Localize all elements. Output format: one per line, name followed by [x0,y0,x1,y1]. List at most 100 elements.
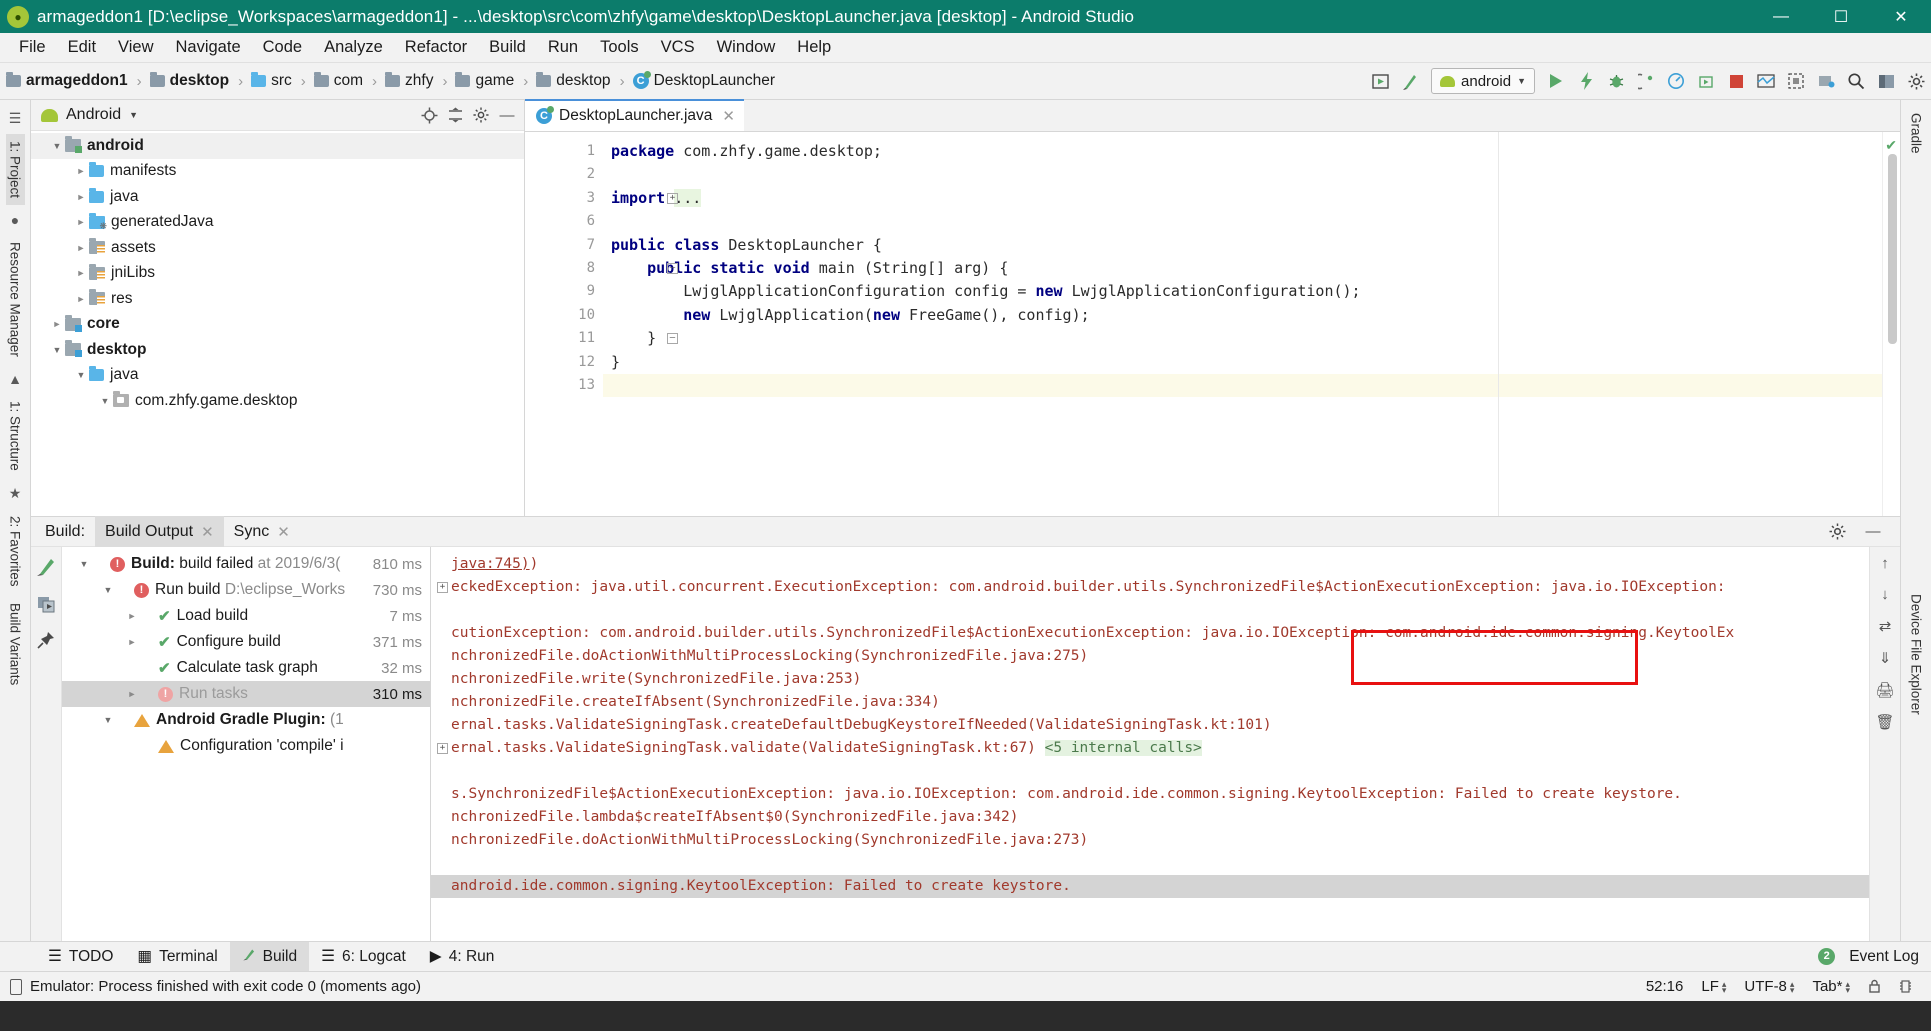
chevron-right-icon[interactable]: ► [124,689,140,699]
editor-gutter[interactable]: 1 2 3 6 7 8 9 10 11 12 13 [525,132,603,516]
sidebar-tab-gradle[interactable]: Gradle [1907,106,1926,161]
build-row-load-build[interactable]: ► ✔ Load build 7 ms [62,603,430,629]
build-row-configuration-compile[interactable]: Configuration 'compile' i [62,733,430,759]
build-hammer-icon[interactable] [35,555,57,582]
build-row-configure-build[interactable]: ► ✔ Configure build 371 ms [62,629,430,655]
down-icon[interactable]: ↓ [1881,586,1889,603]
menu-file[interactable]: File [8,36,57,59]
tree-item-core[interactable]: ► core [31,312,524,338]
profiler-icon[interactable] [1661,66,1691,96]
build-row-android-gradle-plugin[interactable]: ▼ Android Gradle Plugin: (1 [62,707,430,733]
expand-icon[interactable]: + [437,582,448,593]
attach-debugger-icon[interactable] [1631,66,1661,96]
breadcrumb-desktoplauncher[interactable]: C DesktopLauncher [632,71,775,90]
build-row-run-tasks[interactable]: ► ! Run tasks 310 ms [62,681,430,707]
chevron-right-icon[interactable]: ► [73,243,89,253]
chevron-right-icon[interactable]: ► [73,166,89,176]
chevron-down-icon[interactable]: ▼ [100,715,116,725]
sdk-manager-icon[interactable] [1395,66,1425,96]
bottom-tab-terminal[interactable]: ▦ Terminal [125,942,229,972]
menu-tools[interactable]: Tools [589,36,650,59]
menu-edit[interactable]: Edit [57,36,107,59]
chevron-down-icon[interactable]: ▼ [76,559,92,569]
console-link[interactable]: java:745) [451,556,530,572]
chevron-down-icon[interactable]: ▼ [49,345,65,355]
chevron-down-icon[interactable]: ▼ [100,585,116,595]
chevron-right-icon[interactable]: ► [124,637,140,647]
build-row-calculate-task-graph[interactable]: ✔ Calculate task graph 32 ms [62,655,430,681]
event-log-button[interactable]: 2 Event Log [1806,942,1931,972]
tree-item-generatedjava[interactable]: ► ❋ generatedJava [31,210,524,236]
tree-item-android[interactable]: ▼ android [31,133,524,159]
menu-window[interactable]: Window [706,36,787,59]
build-console[interactable]: java:745)) + eckedException: java.util.co… [431,547,1869,941]
build-output-tree[interactable]: ▼ ! Build: build failed at 2019/6/3( 810… [62,547,431,941]
apply-changes-icon[interactable] [1571,66,1601,96]
tree-item-jnilibs[interactable]: ► jniLibs [31,261,524,287]
print-icon[interactable]: 🖨 [1875,681,1894,699]
build-row-run-build[interactable]: ▼ ! Run build D:\eclipse_Worksр 730 ms [62,577,430,603]
line-separator-selector[interactable]: LF ▴ ▾ [1692,978,1735,995]
bottom-tab-run[interactable]: ▶ 4: Run [418,942,507,972]
settings-icon[interactable] [1824,519,1850,545]
tree-item-java[interactable]: ► java [31,184,524,210]
breadcrumb-game[interactable]: game [455,72,514,90]
maximize-button[interactable]: ☐ [1811,0,1871,33]
sidebar-tab-project[interactable]: 1: Project [5,134,25,206]
sidebar-tab-favorites[interactable]: 2: Favorites [6,509,25,594]
close-icon[interactable]: ✕ [277,523,290,541]
up-icon[interactable]: ↑ [1881,555,1889,572]
menu-code[interactable]: Code [252,36,313,59]
breadcrumb-src[interactable]: src [251,72,292,90]
chevron-down-icon[interactable]: ▼ [129,110,138,120]
device-file-explorer-icon[interactable] [1811,66,1841,96]
wrap-icon[interactable]: ⇄ [1879,617,1892,635]
settings-icon[interactable] [468,102,494,128]
breadcrumb-desktop-module[interactable]: desktop [149,72,229,90]
sidebar-tab-device-file-explorer[interactable]: Device File Explorer [1907,587,1926,722]
sidebar-tab-structure[interactable]: 1: Structure [6,394,25,478]
locate-icon[interactable] [416,102,442,128]
chevron-right-icon[interactable]: ► [73,192,89,202]
menu-refactor[interactable]: Refactor [394,36,478,59]
fold-collapse-icon[interactable]: – [667,262,678,274]
fold-end-icon[interactable]: – [667,333,678,345]
editor-body[interactable]: 1 2 3 6 7 8 9 10 11 12 13 [525,132,1900,516]
editor-tab-desktoplauncher[interactable]: C DesktopLauncher.java ✕ [525,99,744,131]
lock-icon[interactable] [1859,979,1890,994]
stop-icon[interactable] [1721,66,1751,96]
chevron-down-icon[interactable]: ▼ [97,396,113,406]
breadcrumb-com[interactable]: com [313,72,363,90]
hide-icon[interactable]: — [494,102,520,128]
bottom-tab-build[interactable]: Build [229,941,310,972]
breadcrumb-zhfy[interactable]: zhfy [385,72,433,90]
project-view-selector-label[interactable]: Android [66,106,121,124]
tab-sync[interactable]: Sync ✕ [224,516,300,547]
avd-manager-icon[interactable] [1365,66,1395,96]
minimize-button[interactable]: — [1751,0,1811,33]
chevron-right-icon[interactable]: ► [73,268,89,278]
close-icon[interactable]: ✕ [722,107,735,125]
menu-build[interactable]: Build [478,36,537,59]
internal-calls-badge[interactable]: <5 internal calls> [1044,740,1202,756]
editor-scrollbar[interactable] [1888,154,1897,344]
console-line[interactable]: java:745)) [431,553,1869,576]
run-icon[interactable] [1541,66,1571,96]
menu-help[interactable]: Help [786,36,842,59]
inspection-ok-icon[interactable]: ✔ [1885,137,1897,154]
menu-analyze[interactable]: Analyze [313,36,394,59]
expand-icon[interactable]: + [437,743,448,754]
close-button[interactable]: ✕ [1871,0,1931,33]
caret-position[interactable]: 52:16 [1637,978,1693,995]
breadcrumb-desktop-package[interactable]: desktop [536,72,611,90]
chevron-right-icon[interactable]: ► [49,319,65,329]
search-icon[interactable] [1841,66,1871,96]
memory-icon[interactable] [1890,979,1921,994]
build-row-build-failed[interactable]: ▼ ! Build: build failed at 2019/6/3( 810… [62,551,430,577]
soft-wrap-icon[interactable]: ⇓ [1879,649,1892,667]
sidebar-tab-resource-manager[interactable]: Resource Manager [6,235,25,364]
device-screenshot-icon[interactable] [1781,66,1811,96]
tree-item-assets[interactable]: ► assets [31,235,524,261]
project-structure-icon[interactable] [1871,66,1901,96]
editor-inspection-bar[interactable]: ✔ [1882,132,1900,516]
